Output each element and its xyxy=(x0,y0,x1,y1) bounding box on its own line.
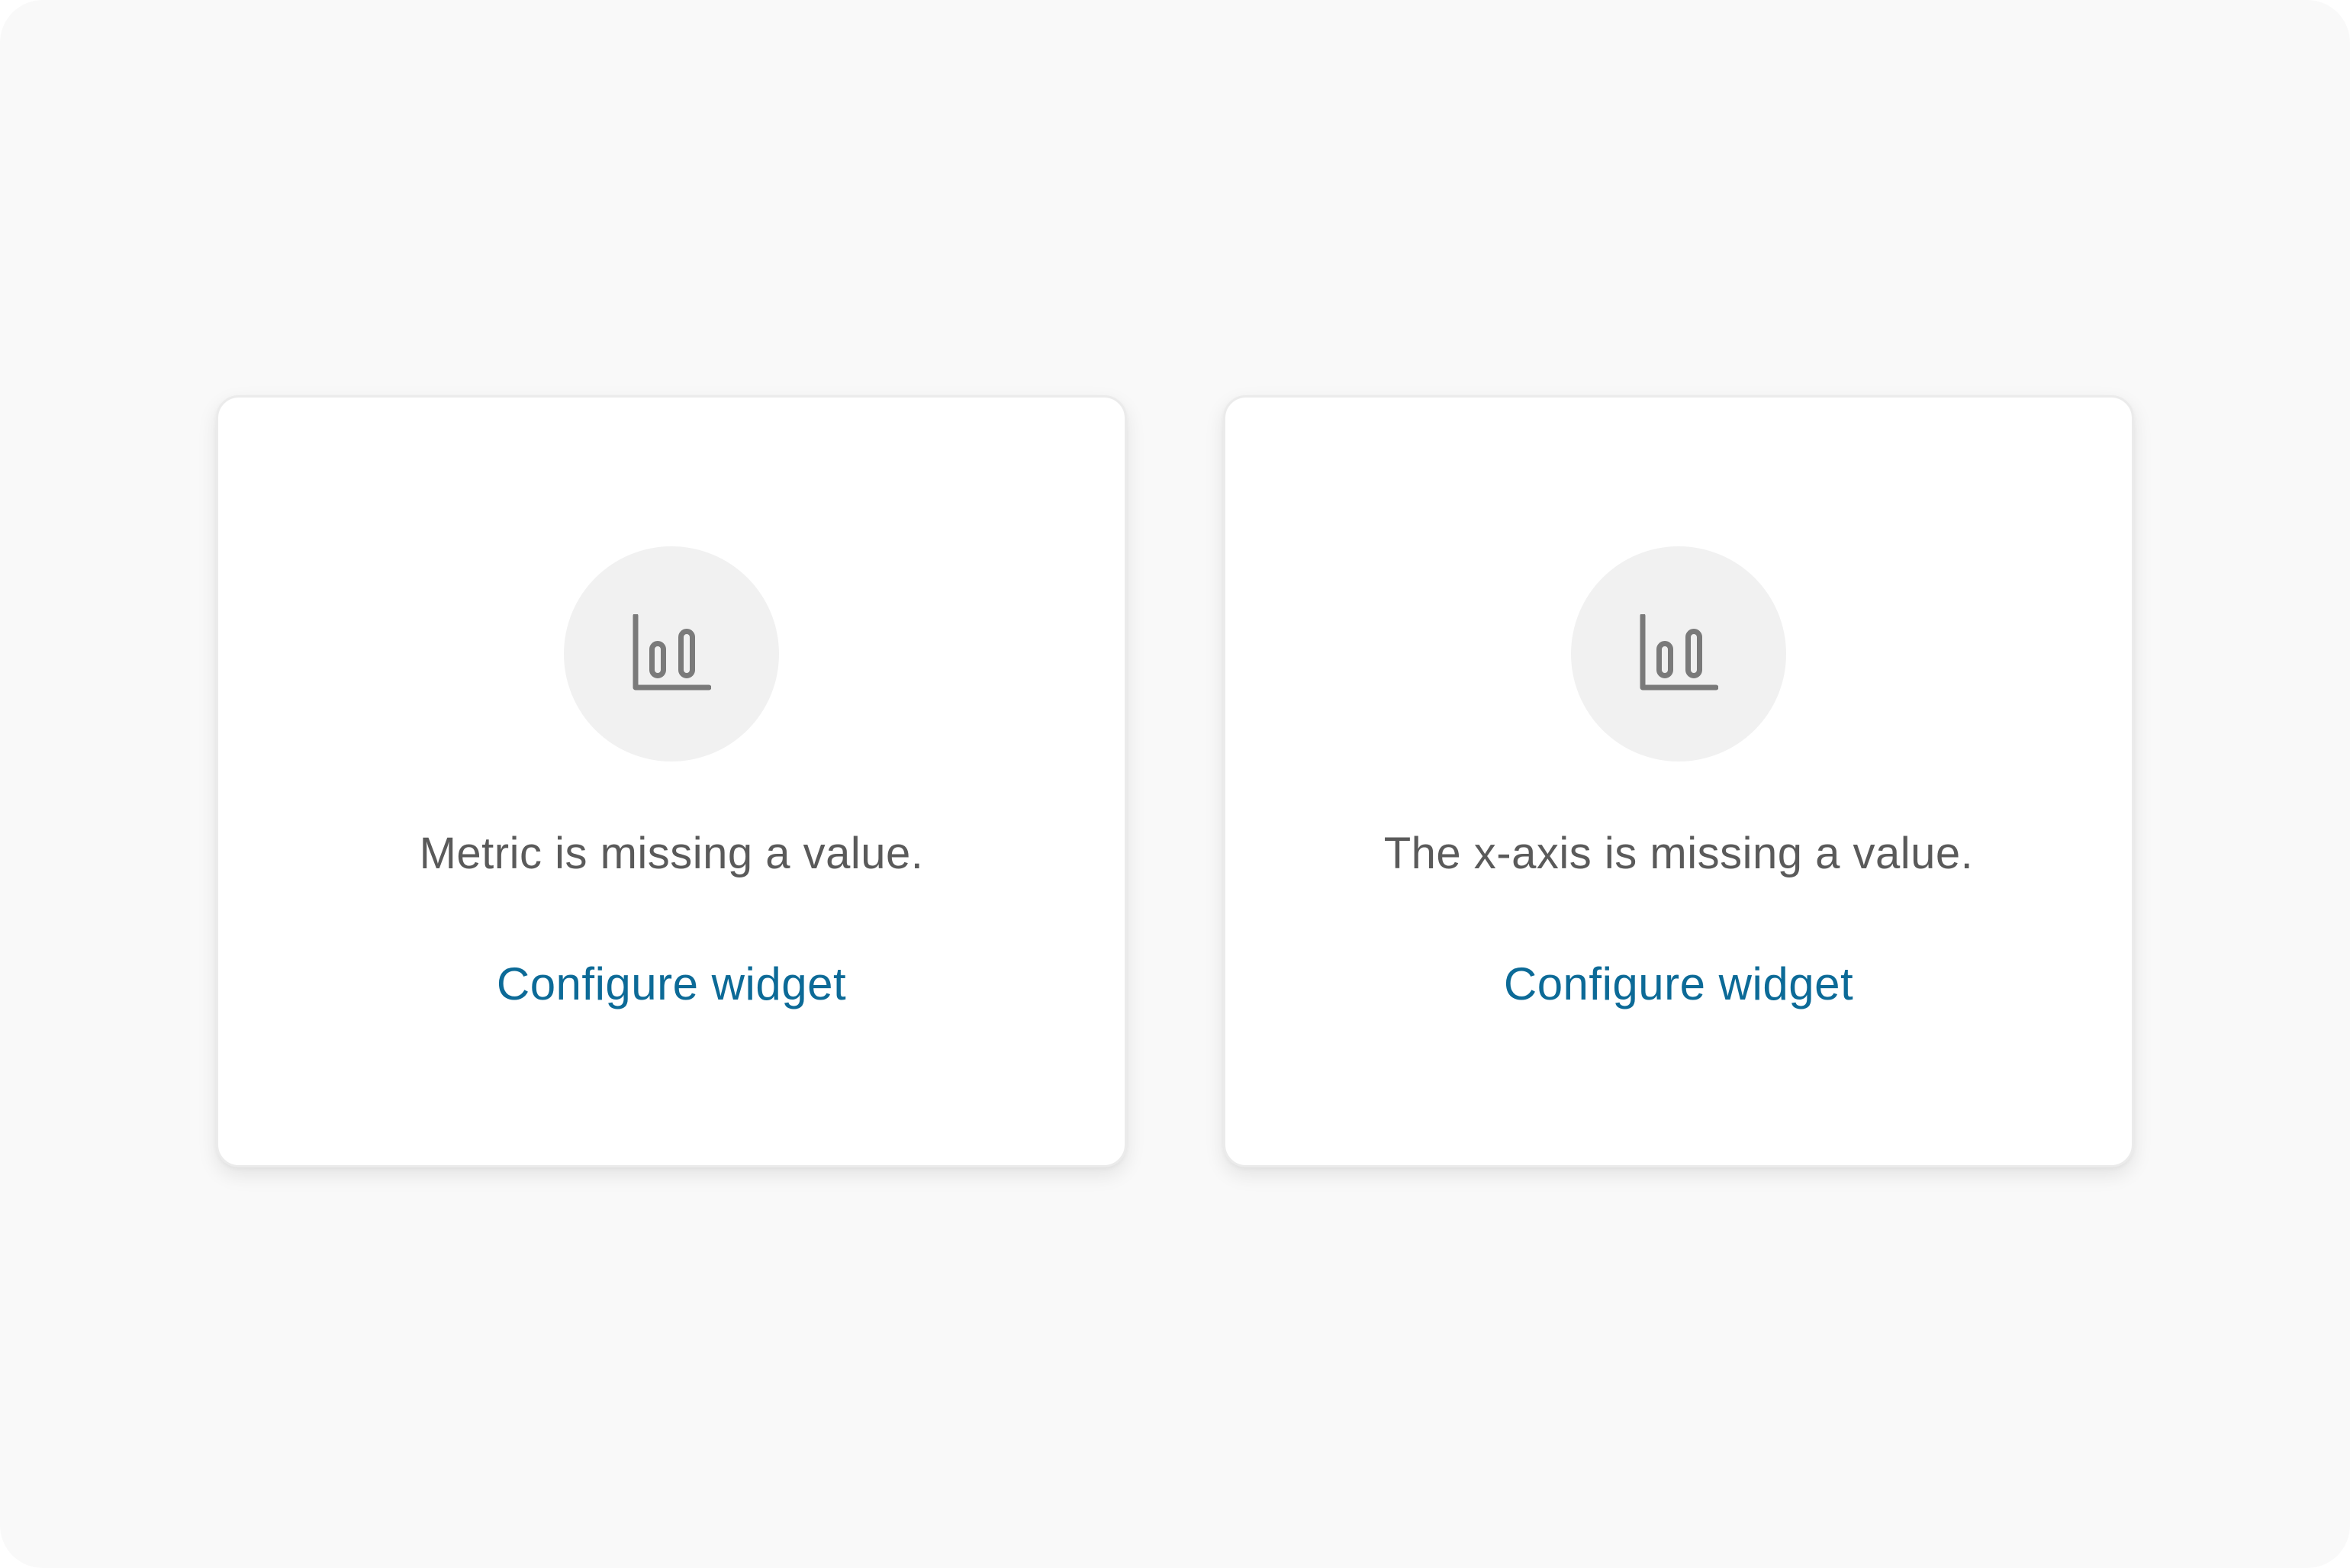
empty-state-icon-badge xyxy=(1571,546,1786,761)
configure-widget-link[interactable]: Configure widget xyxy=(1225,957,2132,1012)
empty-state-icon-badge xyxy=(564,546,779,761)
configure-widget-link[interactable]: Configure widget xyxy=(218,957,1125,1012)
empty-state-message: The x-axis is missing a value. xyxy=(1383,829,1974,878)
bar-chart-icon xyxy=(1640,614,1718,691)
bar-chart-icon xyxy=(633,614,711,691)
empty-state-message: Metric is missing a value. xyxy=(419,829,924,878)
x-axis-widget-card: The x-axis is missing a value. Configure… xyxy=(1223,395,2134,1167)
dashboard-canvas: Metric is missing a value. Configure wid… xyxy=(0,0,2350,1568)
metric-widget-card: Metric is missing a value. Configure wid… xyxy=(216,395,1127,1167)
